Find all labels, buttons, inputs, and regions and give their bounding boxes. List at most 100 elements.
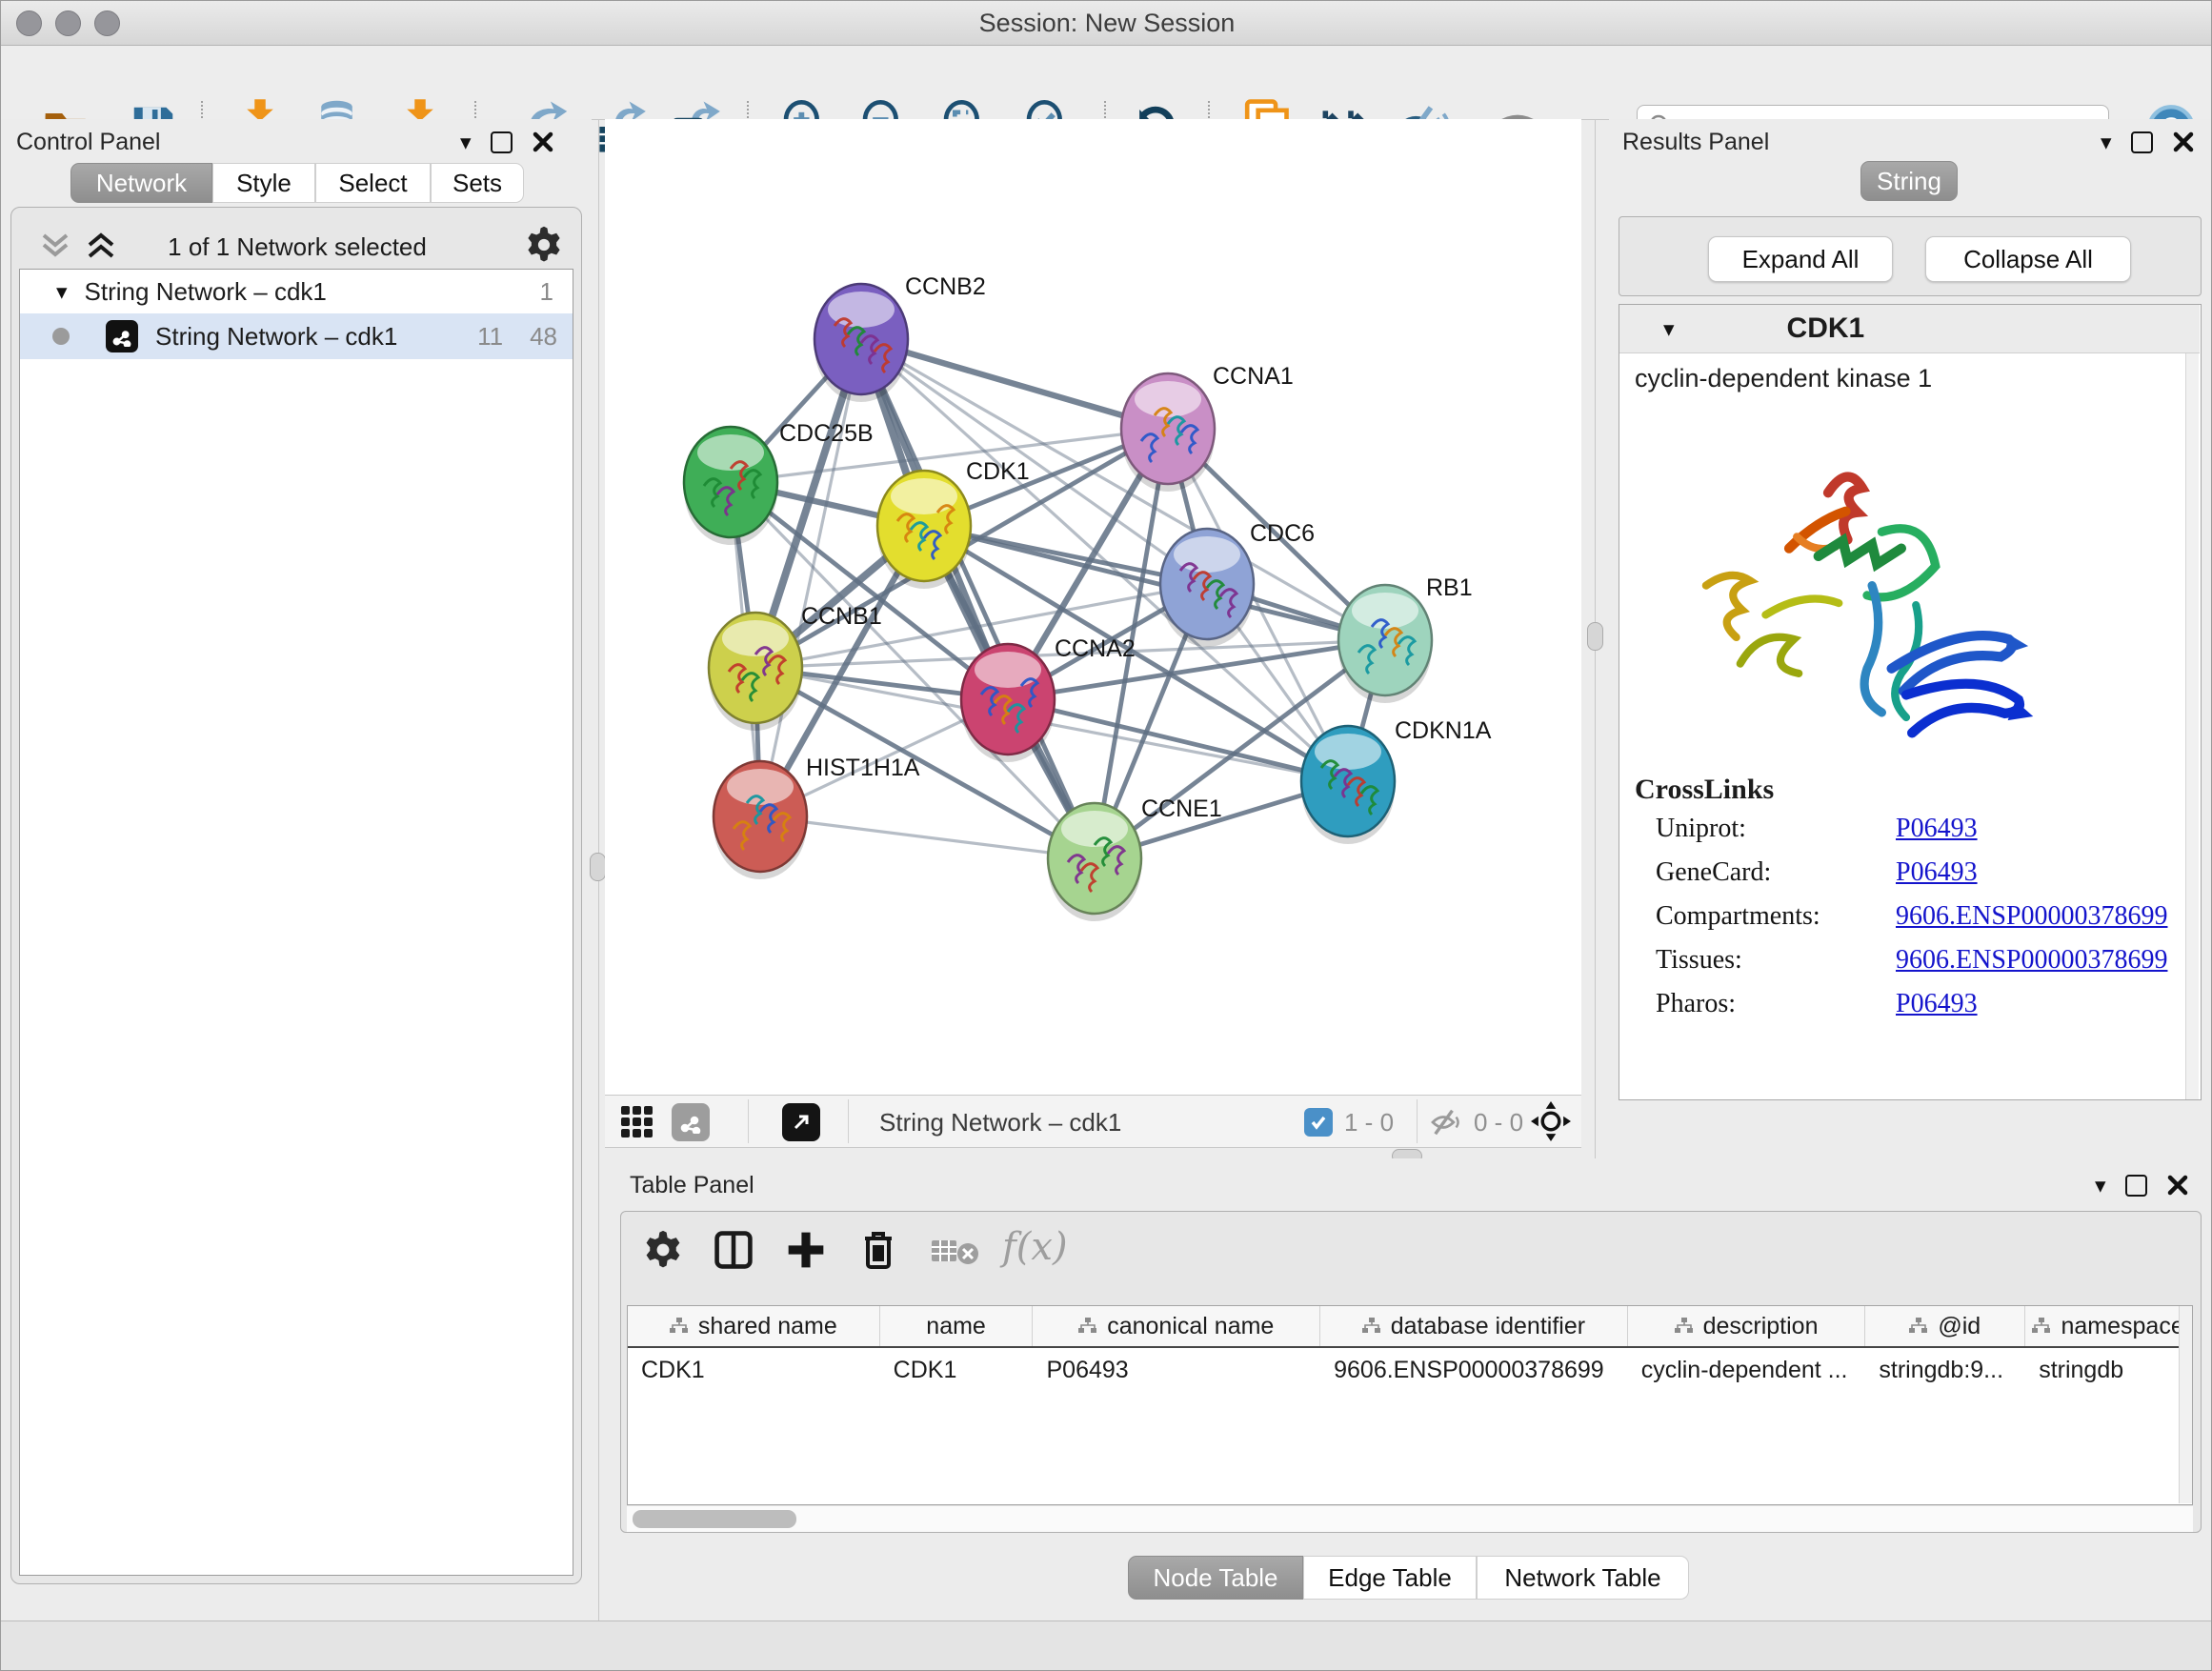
network-edge[interactable] bbox=[760, 339, 861, 816]
table-vscrollbar[interactable] bbox=[2179, 1306, 2192, 1503]
collection-network-count: 1 bbox=[540, 277, 553, 307]
table-cell[interactable]: CDK1 bbox=[880, 1348, 1034, 1392]
table-tabs: Node Table Edge Table Network Table bbox=[1128, 1556, 1689, 1600]
network-node-CDKN1A[interactable]: CDKN1A bbox=[1301, 717, 1492, 844]
column-header-database-identifier[interactable]: database identifier bbox=[1320, 1306, 1628, 1346]
float-panel-icon[interactable] bbox=[2125, 1175, 2147, 1197]
hscrollbar-thumb[interactable] bbox=[633, 1510, 796, 1528]
network-node-label: CCNB2 bbox=[905, 273, 986, 300]
network-edge-count: 48 bbox=[530, 322, 557, 352]
tab-sets[interactable]: Sets bbox=[431, 163, 524, 203]
crosslink-link[interactable]: P06493 bbox=[1896, 857, 1978, 888]
tree-expander-icon[interactable]: ▾ bbox=[56, 281, 68, 303]
control-panel-title: Control Panel bbox=[16, 129, 160, 156]
add-column-icon[interactable] bbox=[785, 1229, 827, 1271]
tab-style[interactable]: Style bbox=[212, 163, 315, 203]
table-row[interactable]: CDK1CDK1P064939606.ENSP00000378699cyclin… bbox=[628, 1348, 2192, 1392]
protein-structure-image bbox=[1672, 438, 2062, 762]
close-panel-icon[interactable] bbox=[2166, 1174, 2189, 1197]
expand-all-button[interactable]: Expand All bbox=[1708, 236, 1893, 282]
table-panel: Table Panel ▾ bbox=[605, 1158, 2212, 1621]
crosslink-label: Compartments: bbox=[1656, 901, 1896, 932]
column-header-name[interactable]: name bbox=[880, 1306, 1034, 1346]
hidden-node-edge-counts: 0 - 0 bbox=[1474, 1108, 1523, 1137]
selected-checkbox-icon[interactable] bbox=[1304, 1108, 1333, 1137]
network-node-CDC25B[interactable]: CDC25B bbox=[684, 420, 874, 545]
network-node-label: RB1 bbox=[1426, 574, 1473, 601]
control-panel: Control Panel ▾ Network Style Select Set… bbox=[1, 119, 592, 1621]
tab-edge-table[interactable]: Edge Table bbox=[1303, 1556, 1477, 1600]
network-node-label: CDKN1A bbox=[1395, 717, 1492, 744]
network-node-CCNB2[interactable]: CCNB2 bbox=[814, 273, 986, 402]
gear-icon[interactable] bbox=[642, 1229, 684, 1271]
network-node-CDC6[interactable]: CDC6 bbox=[1160, 520, 1315, 647]
gene-card-header[interactable]: ▾ CDK1 bbox=[1619, 305, 2200, 353]
tab-select[interactable]: Select bbox=[315, 163, 431, 203]
tab-string[interactable]: String bbox=[1860, 161, 1958, 201]
network-row[interactable]: String Network – cdk1 11 48 bbox=[20, 313, 573, 359]
table-cell[interactable]: stringdb:9... bbox=[1865, 1348, 2025, 1392]
network-node-CCNA1[interactable]: CCNA1 bbox=[1121, 363, 1294, 492]
tab-node-table[interactable]: Node Table bbox=[1128, 1556, 1303, 1600]
splitter-handle[interactable] bbox=[1587, 622, 1603, 651]
network-type-icon bbox=[106, 320, 138, 352]
crosslink-label: Tissues: bbox=[1656, 945, 1896, 976]
network-node-CCNB1[interactable]: CCNB1 bbox=[709, 603, 882, 731]
show-columns-icon[interactable] bbox=[713, 1229, 754, 1271]
network-tree: ▾ String Network – cdk1 1 String Network… bbox=[19, 269, 573, 1576]
float-panel-icon[interactable] bbox=[491, 131, 513, 153]
collapse-all-button[interactable]: Collapse All bbox=[1925, 236, 2131, 282]
network-status-dot-icon bbox=[52, 328, 70, 345]
tab-network[interactable]: Network bbox=[70, 163, 212, 203]
crosslink-link[interactable]: P06493 bbox=[1896, 989, 1978, 1019]
network-node-HIST1H1A[interactable]: HIST1H1A bbox=[714, 755, 920, 879]
panel-menu-icon[interactable]: ▾ bbox=[460, 131, 472, 153]
column-header-description[interactable]: description bbox=[1628, 1306, 1866, 1346]
crosslink-link[interactable]: P06493 bbox=[1896, 814, 1978, 844]
float-panel-icon[interactable] bbox=[2131, 131, 2153, 153]
crosslink-label: GeneCard: bbox=[1656, 857, 1896, 888]
birds-eye-grid-icon[interactable] bbox=[620, 1105, 654, 1139]
table-cell[interactable]: stringdb bbox=[2025, 1348, 2192, 1392]
fit-content-crosshair-icon[interactable] bbox=[1531, 1101, 1571, 1141]
splitter-handle[interactable] bbox=[590, 853, 606, 881]
delete-column-trash-icon[interactable] bbox=[857, 1227, 899, 1273]
crosslink-label: Uniprot: bbox=[1656, 814, 1896, 844]
crosslink-row: Compartments:9606.ENSP00000378699 bbox=[1656, 901, 2170, 945]
network-graph[interactable]: CCNB2CCNA1CDC25BCDK1CDC6RB1CCNB1CCNA2CDK… bbox=[605, 119, 1581, 1095]
network-canvas[interactable]: CCNB2CCNA1CDC25BCDK1CDC6RB1CCNB1CCNA2CDK… bbox=[605, 119, 1581, 1095]
tab-network-table[interactable]: Network Table bbox=[1477, 1556, 1689, 1600]
column-header-canonical-name[interactable]: canonical name bbox=[1033, 1306, 1320, 1346]
column-header--id[interactable]: @id bbox=[1865, 1306, 2025, 1346]
open-in-window-button[interactable] bbox=[782, 1103, 820, 1141]
crosslink-link[interactable]: 9606.ENSP00000378699 bbox=[1896, 901, 2167, 932]
gear-icon[interactable] bbox=[524, 225, 564, 265]
table-cell[interactable]: CDK1 bbox=[628, 1348, 880, 1392]
close-panel-icon[interactable] bbox=[2172, 131, 2195, 153]
network-collection-row[interactable]: ▾ String Network – cdk1 1 bbox=[20, 270, 573, 313]
panel-menu-icon[interactable]: ▾ bbox=[2101, 131, 2112, 153]
crosslink-row: Uniprot:P06493 bbox=[1656, 814, 2170, 857]
network-edge[interactable] bbox=[760, 816, 1095, 858]
collapse-gene-icon[interactable]: ▾ bbox=[1663, 318, 1675, 340]
panel-menu-icon[interactable]: ▾ bbox=[2095, 1175, 2106, 1197]
column-header-namespace[interactable]: namespace bbox=[2025, 1306, 2192, 1346]
crosslink-link[interactable]: 9606.ENSP00000378699 bbox=[1896, 945, 2167, 976]
table-cell[interactable]: 9606.ENSP00000378699 bbox=[1320, 1348, 1628, 1392]
table-panel-title: Table Panel bbox=[630, 1172, 754, 1199]
network-node-label: CCNA2 bbox=[1055, 635, 1136, 662]
close-panel-icon[interactable] bbox=[532, 131, 554, 153]
table-hscrollbar[interactable] bbox=[627, 1505, 2193, 1532]
network-node-label: CDC6 bbox=[1250, 520, 1315, 547]
collection-label: String Network – cdk1 bbox=[85, 277, 327, 307]
table-cell[interactable]: cyclin-dependent ... bbox=[1628, 1348, 1866, 1392]
column-header-shared-name[interactable]: shared name bbox=[628, 1306, 880, 1346]
delete-table-icon bbox=[932, 1237, 981, 1267]
column-type-icon bbox=[1078, 1318, 1097, 1335]
network-icon-badge[interactable] bbox=[672, 1103, 710, 1141]
network-node-CCNE1[interactable]: CCNE1 bbox=[1048, 795, 1222, 921]
table-cell[interactable]: P06493 bbox=[1033, 1348, 1320, 1392]
results-scrollbar[interactable] bbox=[2185, 353, 2199, 1099]
network-node-RB1[interactable]: RB1 bbox=[1338, 574, 1473, 703]
gene-card: ▾ CDK1 cyclin-dependent kinase 1 bbox=[1619, 304, 2202, 1100]
